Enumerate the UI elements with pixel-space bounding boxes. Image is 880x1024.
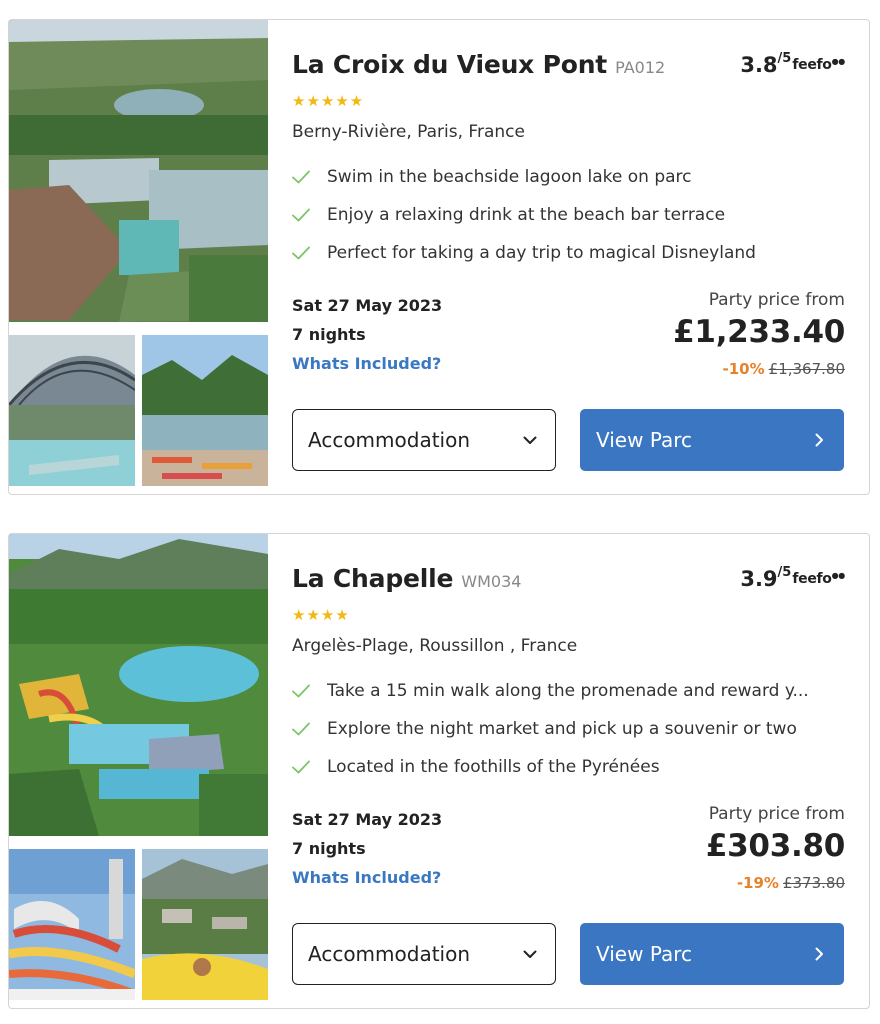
feature-text: Swim in the beachside lagoon lake on par… [327,167,692,187]
parc-card: La Croix du Vieux Pont PA012 3.8 /5 feefo… [8,19,870,495]
view-parc-label: View Parc [596,428,693,452]
parc-thumb-photo[interactable] [9,335,135,486]
discount-percent: -19% [736,874,779,892]
price-label: Party price from [708,290,845,310]
check-icon [292,170,310,184]
chevron-down-icon [523,436,537,444]
rating-score: 3.8 [740,53,778,77]
whats-included-link[interactable]: Whats Included? [292,354,441,373]
parc-title[interactable]: La Croix du Vieux Pont [292,50,607,79]
stay-length: 7 nights [292,839,366,858]
feefo-rating[interactable]: 3.8 /5 feefo●● [740,51,845,77]
chevron-right-icon [815,947,823,961]
discount-percent: -10% [722,360,765,378]
parc-title-row: La Chapelle WM034 [292,564,521,593]
parc-thumb-photo[interactable] [142,849,268,1000]
parc-location: Argelès-Plage, Roussillon , France [292,636,578,656]
accommodation-label: Accommodation [308,942,471,966]
parc-details: La Croix du Vieux Pont PA012 3.8 /5 feefo… [292,20,845,494]
feature-text: Enjoy a relaxing drink at the beach bar … [327,205,726,225]
check-icon [292,684,310,698]
feature-item: Located in the foothills of the Pyrénées [292,748,845,786]
feature-item: Perfect for taking a day trip to magical… [292,234,845,272]
feature-list: Swim in the beachside lagoon lake on par… [292,158,845,272]
party-price: £1,233.40 [673,314,845,350]
feature-item: Explore the night market and pick up a s… [292,710,845,748]
feature-item: Enjoy a relaxing drink at the beach bar … [292,196,845,234]
feature-text: Take a 15 min walk along the promenade a… [327,681,809,701]
feefo-eyes-icon: ●● [831,57,846,66]
price-label: Party price from [708,804,845,824]
parc-details: La Chapelle WM034 3.9 /5 feefo●● ★★★★ Arg… [292,534,845,1008]
feefo-rating[interactable]: 3.9 /5 feefo●● [740,565,845,591]
accommodation-label: Accommodation [308,428,471,452]
feefo-eyes-icon: ●● [831,571,846,580]
was-price: £373.80 [782,874,845,892]
star-rating: ★★★★★ [292,92,365,110]
feature-item: Swim in the beachside lagoon lake on par… [292,158,845,196]
arrival-date: Sat 27 May 2023 [292,810,443,829]
parc-gallery[interactable] [9,534,268,1008]
discount-row: -19% £373.80 [737,874,845,892]
feature-item: Take a 15 min walk along the promenade a… [292,672,845,710]
check-icon [292,722,310,736]
arrival-date: Sat 27 May 2023 [292,296,443,315]
feature-text: Explore the night market and pick up a s… [327,719,797,739]
feature-list: Take a 15 min walk along the promenade a… [292,672,845,786]
rating-max: /5 [777,51,792,66]
chevron-down-icon [523,950,537,958]
discount-row: -10% £1,367.80 [723,360,845,378]
parc-thumb-photo[interactable] [142,335,268,486]
whats-included-link[interactable]: Whats Included? [292,868,441,887]
feature-text: Perfect for taking a day trip to magical… [327,243,756,263]
view-parc-button[interactable]: View Parc [580,923,844,985]
feefo-wordmark: feefo [792,57,832,73]
rating-score: 3.9 [740,567,778,591]
parc-main-photo[interactable] [9,20,268,322]
parc-code: WM034 [461,572,522,591]
view-parc-button[interactable]: View Parc [580,409,844,471]
feefo-wordmark: feefo [792,571,832,587]
rating-max: /5 [777,565,792,580]
star-rating: ★★★★ [292,606,350,624]
accommodation-dropdown[interactable]: Accommodation [292,409,556,471]
check-icon [292,760,310,774]
was-price: £1,367.80 [768,360,845,378]
parc-thumb-photo[interactable] [9,849,135,1000]
parc-location: Berny-Rivière, Paris, France [292,122,525,142]
parc-card: La Chapelle WM034 3.9 /5 feefo●● ★★★★ Arg… [8,533,870,1009]
parc-main-photo[interactable] [9,534,268,836]
stay-length: 7 nights [292,325,366,344]
parc-title-row: La Croix du Vieux Pont PA012 [292,50,665,79]
check-icon [292,246,310,260]
accommodation-dropdown[interactable]: Accommodation [292,923,556,985]
parc-code: PA012 [615,58,666,77]
feefo-logo: feefo●● [792,57,845,73]
parc-gallery[interactable] [9,20,268,494]
parc-title[interactable]: La Chapelle [292,564,453,593]
party-price: £303.80 [705,828,845,864]
check-icon [292,208,310,222]
view-parc-label: View Parc [596,942,693,966]
chevron-right-icon [815,433,823,447]
feefo-logo: feefo●● [792,571,845,587]
feature-text: Located in the foothills of the Pyrénées [327,757,660,777]
